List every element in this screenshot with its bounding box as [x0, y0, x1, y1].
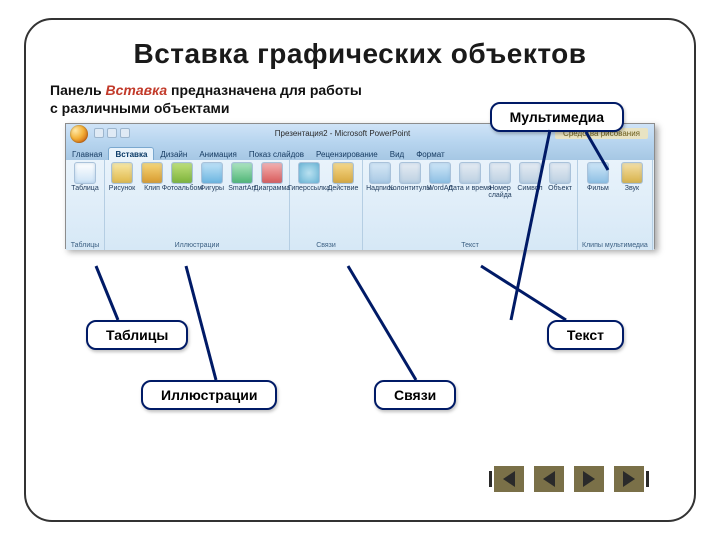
- first-icon: [503, 471, 515, 487]
- wart-icon: [429, 162, 451, 184]
- ribbon-button-label: Номер слайда: [478, 185, 522, 199]
- qat-save-icon: [94, 128, 104, 138]
- ribbon-button[interactable]: Колонтитулы: [397, 162, 423, 199]
- slide-frame: Вставка графических объектов Панель Вста…: [24, 18, 696, 522]
- ribbon-button[interactable]: Номер слайда: [487, 162, 513, 199]
- ribbon-tab[interactable]: Рецензирование: [310, 148, 384, 160]
- slide-nav: [494, 466, 644, 492]
- quick-access-toolbar: [94, 128, 130, 138]
- ribbon-button-label: Действие: [328, 185, 359, 192]
- desc-emphasis: Вставка: [105, 82, 167, 98]
- ribbon-button-label: Клип: [144, 185, 160, 192]
- ribbon-button-label: Колонтитулы: [389, 185, 432, 192]
- window-title: Презентация2 - Microsoft PowerPoint: [130, 129, 555, 138]
- chart-icon: [261, 162, 283, 184]
- nav-first-button[interactable]: [494, 466, 524, 492]
- ribbon-button[interactable]: Фильм: [583, 162, 613, 192]
- ribbon-group: НадписьКолонтитулыWordArtДата и времяНом…: [363, 160, 578, 250]
- smart-icon: [231, 162, 253, 184]
- ribbon-tab[interactable]: Формат: [410, 148, 450, 160]
- action-icon: [332, 162, 354, 184]
- ribbon-button[interactable]: Фигуры: [199, 162, 225, 192]
- ribbon-tab[interactable]: Показ слайдов: [243, 148, 310, 160]
- ribbon-button-label: Объект: [548, 185, 572, 192]
- date-icon: [459, 162, 481, 184]
- ribbon-group-name: Иллюстрации: [109, 242, 285, 250]
- ribbon-button-label: Диаграмма: [254, 185, 290, 192]
- prev-icon: [543, 471, 555, 487]
- callout-text: Текст: [547, 320, 624, 350]
- ribbon-group-name: Текст: [367, 242, 573, 250]
- sym-icon: [519, 162, 541, 184]
- ribbon-button[interactable]: Гиперссылка: [294, 162, 324, 192]
- ribbon-group: Фильм Звук Клипы мультимедиа: [578, 160, 653, 250]
- page-title: Вставка графических объектов: [50, 38, 670, 70]
- shape-icon: [201, 162, 223, 184]
- callout-tables: Таблицы: [86, 320, 188, 350]
- description: Панель Вставка предназначена для работы …: [50, 82, 370, 117]
- ribbon-button[interactable]: SmartArt: [229, 162, 255, 192]
- ribbon-button[interactable]: Таблица: [70, 162, 100, 192]
- ribbon-tab[interactable]: Вид: [384, 148, 410, 160]
- ribbon-button[interactable]: Рисунок: [109, 162, 135, 192]
- ribbon-button[interactable]: Действие: [328, 162, 358, 192]
- qat-undo-icon: [107, 128, 117, 138]
- ribbon-group: ГиперссылкаДействиеСвязи: [290, 160, 363, 250]
- ribbon-group-name: Клипы мультимедиа: [582, 242, 648, 250]
- ribbon-group: Таблица Таблицы: [66, 160, 105, 250]
- obj-icon: [549, 162, 571, 184]
- tbox-icon: [369, 162, 391, 184]
- ribbon-button[interactable]: Символ: [517, 162, 543, 199]
- callout-links: Связи: [374, 380, 456, 410]
- link-icon: [298, 162, 320, 184]
- last-icon: [623, 471, 635, 487]
- ribbon-button[interactable]: Объект: [547, 162, 573, 199]
- ribbon-button-label: Символ: [517, 185, 542, 192]
- ribbon-button-label: Фильм: [587, 185, 609, 192]
- ribbon-tab[interactable]: Анимация: [193, 148, 243, 160]
- ribbon-tabs: ГлавнаяВставкаДизайнАнимацияПоказ слайдо…: [66, 142, 654, 160]
- ribbon-tab[interactable]: Главная: [66, 148, 108, 160]
- album-icon: [171, 162, 193, 184]
- ribbon-button-label: Фигуры: [200, 185, 224, 192]
- ribbon-tab[interactable]: Вставка: [108, 147, 154, 160]
- ribbon-button-label: Фотоальбом: [162, 185, 202, 192]
- ribbon-button[interactable]: WordArt: [427, 162, 453, 199]
- next-icon: [583, 471, 595, 487]
- nav-next-button[interactable]: [574, 466, 604, 492]
- callout-illustrations: Иллюстрации: [141, 380, 277, 410]
- office-orb-icon: [70, 125, 88, 143]
- qat-redo-icon: [120, 128, 130, 138]
- ribbon-button[interactable]: Фотоальбом: [169, 162, 195, 192]
- ribbon-body: ТаблицаТаблицыРисунокКлипФотоальбомФигур…: [66, 160, 654, 250]
- ribbon-group-name: Таблицы: [70, 242, 100, 250]
- ribbon-screenshot: Презентация2 - Microsoft PowerPoint Сред…: [65, 123, 655, 249]
- ribbon-group-name: Связи: [294, 242, 358, 250]
- nav-last-button[interactable]: [614, 466, 644, 492]
- clip-icon: [141, 162, 163, 184]
- pic-icon: [111, 162, 133, 184]
- hf-icon: [399, 162, 421, 184]
- ribbon-button-label: Звук: [625, 185, 639, 192]
- ribbon-button-label: Гиперссылка: [288, 185, 330, 192]
- callout-multimedia: Мультимедиа: [490, 102, 624, 132]
- movie-icon: [587, 162, 609, 184]
- desc-pre: Панель: [50, 82, 105, 98]
- ribbon-button[interactable]: Надпись: [367, 162, 393, 199]
- sound-icon: [621, 162, 643, 184]
- sym-icon: [489, 162, 511, 184]
- table-icon: [74, 162, 96, 184]
- ribbon-button-label: Рисунок: [109, 185, 135, 192]
- ribbon-button-label: SmartArt: [228, 185, 256, 192]
- nav-prev-button[interactable]: [534, 466, 564, 492]
- ribbon-tab[interactable]: Дизайн: [154, 148, 193, 160]
- ribbon-button[interactable]: Диаграмма: [259, 162, 285, 192]
- ribbon-button-label: Таблица: [71, 185, 98, 192]
- ribbon-group: РисунокКлипФотоальбомФигурыSmartArtДиагр…: [105, 160, 290, 250]
- ribbon-button[interactable]: Звук: [617, 162, 647, 192]
